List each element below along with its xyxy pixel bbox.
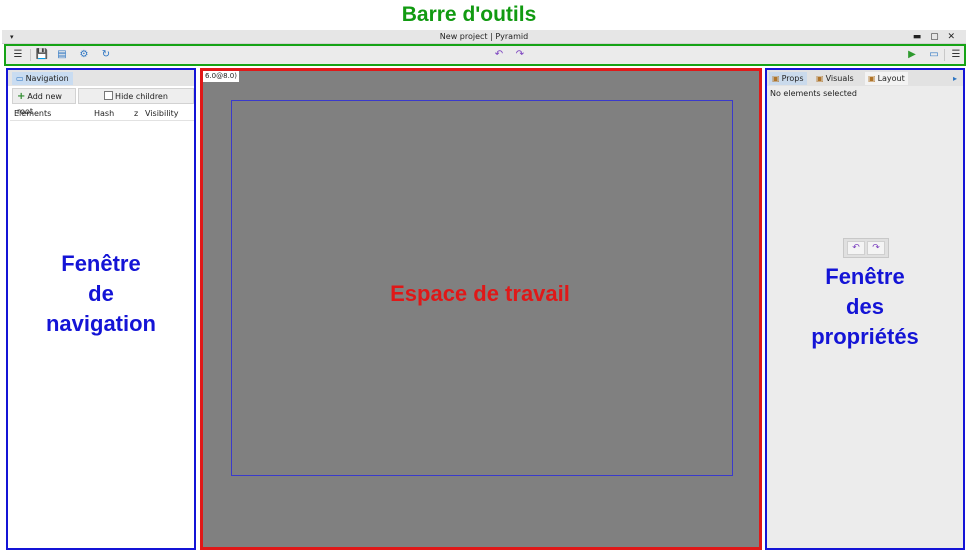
tab-scroll-icon[interactable]: ▸ bbox=[953, 72, 963, 85]
toolbar-annotation-label: Barre d'outils bbox=[401, 3, 537, 26]
menu-icon[interactable]: ☰ bbox=[10, 48, 26, 62]
navigation-actions: + Add new root Hide children bbox=[10, 88, 194, 116]
properties-undo-redo: ↶ ↷ bbox=[843, 238, 889, 258]
add-new-root-button[interactable]: + Add new root bbox=[12, 88, 76, 116]
undo-icon[interactable]: ↶ bbox=[491, 48, 507, 62]
properties-annotation-line: propriétés bbox=[811, 324, 919, 349]
title-bar: ▾ New project | Pyramid ▬ ▢ ✕ bbox=[2, 30, 966, 44]
box-icon: ▣ bbox=[868, 74, 876, 83]
workspace-annotation-label: Espace de travail bbox=[390, 281, 570, 306]
tab-navigation[interactable]: ▭ Navigation bbox=[12, 72, 73, 85]
layers-icon[interactable]: ▤ bbox=[54, 48, 70, 62]
hide-children-checkbox[interactable] bbox=[104, 91, 114, 100]
box-icon: ▣ bbox=[816, 74, 824, 83]
window-icon[interactable]: ▭ bbox=[926, 48, 942, 62]
box-icon: ▣ bbox=[772, 74, 780, 83]
tab-navigation-label: Navigation bbox=[25, 74, 69, 83]
toolbar-separator bbox=[30, 49, 31, 61]
column-header-elements[interactable]: Elements bbox=[14, 108, 51, 120]
properties-annotation-label: Fenêtre des propriétés bbox=[766, 262, 964, 352]
tab-layout[interactable]: ▣ Layout bbox=[865, 72, 908, 85]
main-toolbar: ☰ 💾 ▤ ⚙ ↻ ↶ ↷ ▶ ▭ ☰ bbox=[4, 44, 966, 66]
settings-icon[interactable]: ⚙ bbox=[76, 48, 92, 62]
redo-icon[interactable]: ↷ bbox=[867, 241, 885, 255]
navigation-annotation-label: Fenêtre de navigation bbox=[8, 249, 194, 339]
navigation-annotation-line: navigation bbox=[45, 311, 156, 336]
no-selection-text: No elements selected bbox=[770, 89, 857, 98]
navigation-tab-bar: ▭ Navigation bbox=[8, 70, 194, 86]
window-controls[interactable]: ▬ ▢ ✕ bbox=[913, 30, 958, 44]
navigation-annotation-line: de bbox=[88, 281, 114, 306]
column-header-z[interactable]: z bbox=[134, 108, 138, 120]
play-icon[interactable]: ▶ bbox=[904, 48, 920, 62]
window-title: New project | Pyramid bbox=[439, 32, 529, 41]
properties-tab-bar: ▣ Props ▣ Visuals ▣ Layout ▸ bbox=[767, 70, 963, 86]
properties-annotation-line: des bbox=[846, 294, 884, 319]
hide-children-toggle[interactable]: Hide children bbox=[78, 88, 194, 104]
tab-visuals[interactable]: ▣ Visuals bbox=[813, 72, 857, 85]
navigation-column-headers: Elements Hash z Visibility bbox=[10, 108, 194, 121]
save-icon[interactable]: 💾 bbox=[34, 48, 50, 62]
properties-annotation-line: Fenêtre bbox=[825, 264, 905, 289]
navigation-annotation-line: Fenêtre bbox=[61, 251, 141, 276]
tab-props[interactable]: ▣ Props bbox=[769, 72, 807, 85]
hide-children-label: Hide children bbox=[115, 92, 168, 101]
tab-props-label: Props bbox=[781, 74, 804, 83]
column-header-visibility[interactable]: Visibility bbox=[145, 108, 179, 120]
tab-layout-label: Layout bbox=[877, 74, 905, 83]
column-header-hash[interactable]: Hash bbox=[94, 108, 114, 120]
plus-icon: + bbox=[17, 91, 26, 102]
workspace-panel[interactable]: 6.0@8.0) bbox=[200, 68, 762, 550]
folder-icon: ▭ bbox=[16, 74, 24, 83]
toolbar-separator bbox=[944, 49, 945, 61]
tab-visuals-label: Visuals bbox=[825, 74, 854, 83]
refresh-icon[interactable]: ↻ bbox=[98, 48, 114, 62]
workspace-coordinates: 6.0@8.0) bbox=[203, 71, 239, 82]
menu-icon[interactable]: ☰ bbox=[948, 48, 964, 62]
undo-icon[interactable]: ↶ bbox=[847, 241, 865, 255]
redo-icon[interactable]: ↷ bbox=[512, 48, 528, 62]
